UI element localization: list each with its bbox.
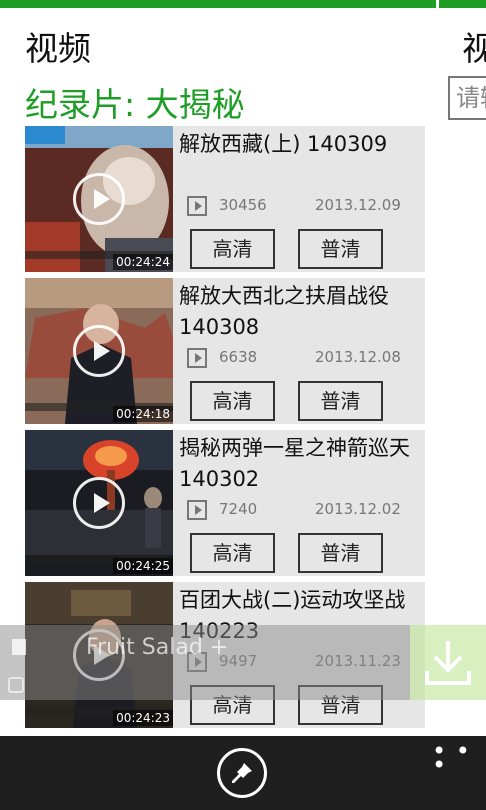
video-meta: 7240 2013.12.02: [187, 500, 423, 520]
video-duration: 00:24:18: [113, 406, 173, 422]
download-icon: [425, 641, 471, 685]
sd-button[interactable]: 普清: [298, 229, 383, 269]
pivot-divider: [436, 0, 439, 8]
video-title[interactable]: 解放西藏(上) 140309: [179, 129, 423, 160]
play-count: 7240: [219, 500, 258, 518]
hd-button[interactable]: 高清: [190, 381, 275, 421]
video-meta: 6638 2013.12.08: [187, 348, 423, 368]
video-date: 2013.12.02: [315, 500, 401, 518]
play-count: 30456: [219, 196, 267, 214]
video-thumbnail[interactable]: 00:24:18: [25, 278, 173, 424]
sd-button[interactable]: 普清: [298, 533, 383, 573]
search-box[interactable]: [448, 76, 486, 120]
pivot-header-videos[interactable]: 视频: [25, 22, 91, 70]
play-square-icon: [187, 500, 207, 520]
video-item[interactable]: 00:24:24 解放西藏(上) 140309 30456 2013.12.09…: [25, 126, 425, 272]
video-duration: 00:24:23: [113, 710, 173, 726]
app-bar: • • •: [0, 736, 486, 810]
video-duration: 00:24:24: [113, 254, 173, 270]
top-accent-bar: [0, 0, 486, 8]
play-square-icon: [187, 196, 207, 216]
video-meta: 30456 2013.12.09: [187, 196, 423, 216]
ellipsis-icon[interactable]: • • •: [432, 739, 486, 777]
video-item[interactable]: 00:24:18 解放大西北之扶眉战役 140308 6638 2013.12.…: [25, 278, 425, 424]
video-item[interactable]: 00:24:25 揭秘两弹一星之神箭巡天 140302 7240 2013.12…: [25, 430, 425, 576]
document-icon: [12, 639, 26, 655]
play-square-icon: [187, 348, 207, 368]
ad-banner[interactable]: Fruit Salad +: [0, 625, 410, 700]
video-title[interactable]: 揭秘两弹一星之神箭巡天 140302: [179, 433, 423, 495]
video-thumbnail[interactable]: 00:24:24: [25, 126, 173, 272]
search-input[interactable]: [450, 78, 486, 118]
video-title[interactable]: 解放大西北之扶眉战役 140308: [179, 281, 423, 343]
pivot-header-next[interactable]: 视: [462, 22, 486, 70]
app-icon: [8, 677, 24, 693]
pin-icon: [232, 763, 252, 783]
play-circle-icon[interactable]: [73, 173, 125, 225]
video-duration: 00:24:25: [113, 558, 173, 574]
sd-button[interactable]: 普清: [298, 381, 383, 421]
ad-text: Fruit Salad +: [86, 635, 229, 660]
video-thumbnail[interactable]: 00:24:25: [25, 430, 173, 576]
play-circle-icon[interactable]: [73, 477, 125, 529]
category-title: 纪录片: 大揭秘: [25, 85, 245, 124]
hd-button[interactable]: 高清: [190, 229, 275, 269]
video-date: 2013.12.08: [315, 348, 401, 366]
video-date: 2013.12.09: [315, 196, 401, 214]
play-circle-icon[interactable]: [73, 325, 125, 377]
pin-button[interactable]: [217, 748, 267, 798]
download-button[interactable]: [410, 625, 486, 700]
play-count: 6638: [219, 348, 258, 366]
hd-button[interactable]: 高清: [190, 533, 275, 573]
